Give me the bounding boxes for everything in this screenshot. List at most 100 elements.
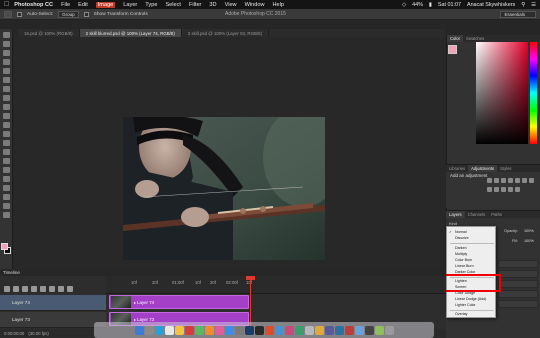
- app-icon[interactable]: [284, 325, 294, 335]
- photo-filter-icon[interactable]: [494, 187, 499, 192]
- tab-adjustments[interactable]: Adjustments: [468, 165, 498, 172]
- tab-layers[interactable]: Layers: [446, 211, 465, 218]
- illustrator-icon[interactable]: [264, 325, 274, 335]
- workspace-dropdown[interactable]: Essentials: [500, 10, 536, 18]
- menu-layer[interactable]: Layer: [123, 2, 137, 8]
- messages-icon[interactable]: [194, 325, 204, 335]
- wifi-icon[interactable]: ◇: [402, 2, 406, 8]
- app-icon[interactable]: [374, 325, 384, 335]
- shape-tool-icon[interactable]: [2, 185, 10, 191]
- calendar-icon[interactable]: [184, 325, 194, 335]
- timeline-ruler[interactable]: 10f 20f 01:00f 10f 20f 02:00f 10f: [106, 276, 446, 294]
- opacity-value[interactable]: 100%: [524, 229, 534, 233]
- layer-row[interactable]: [498, 270, 538, 278]
- app-icon[interactable]: [354, 325, 364, 335]
- photos-icon[interactable]: [204, 325, 214, 335]
- menu-view[interactable]: View: [225, 2, 237, 8]
- levels-icon[interactable]: [494, 178, 499, 183]
- app-icon[interactable]: [314, 325, 324, 335]
- app-icon[interactable]: [304, 325, 314, 335]
- expand-arrow-icon[interactable]: ▸: [134, 300, 136, 305]
- move-tool-preset-icon[interactable]: [4, 10, 12, 18]
- menu-help[interactable]: Help: [273, 2, 285, 8]
- blend-color-burn[interactable]: Color Burn: [455, 258, 472, 262]
- launchpad-icon[interactable]: [144, 325, 154, 335]
- battery-icon[interactable]: ▮: [429, 2, 432, 8]
- exposure-icon[interactable]: [508, 178, 513, 183]
- hue-slider[interactable]: [530, 42, 537, 144]
- mail-icon[interactable]: [164, 325, 174, 335]
- track-label-layer-74[interactable]: Layer 74: [0, 295, 106, 311]
- current-color-swatch[interactable]: [448, 45, 457, 54]
- safari-icon[interactable]: [154, 325, 164, 335]
- layer-row[interactable]: [498, 300, 538, 308]
- blend-lighter-color[interactable]: Lighter Color: [455, 303, 476, 307]
- app-icon[interactable]: [294, 325, 304, 335]
- notes-icon[interactable]: [174, 325, 184, 335]
- invert-icon[interactable]: [515, 187, 520, 192]
- tab-document-3-skill[interactable]: 3 skill.psd @ 100% (Layer 53, RGB/8): [182, 29, 270, 37]
- type-tool-icon[interactable]: [2, 167, 10, 173]
- eyedropper-tool-icon[interactable]: [2, 77, 10, 83]
- app-icon[interactable]: [274, 325, 284, 335]
- vibrance-icon[interactable]: [515, 178, 520, 183]
- blend-normal[interactable]: Normal: [455, 230, 467, 234]
- eraser-tool-icon[interactable]: [2, 122, 10, 128]
- zoom-tool-icon[interactable]: [2, 203, 10, 209]
- apple-menu-icon[interactable]: : [4, 1, 9, 8]
- tab-document-16[interactable]: 16.psd @ 100% (RGB/8): [18, 29, 80, 37]
- menu-select[interactable]: Select: [165, 2, 181, 8]
- app-store-icon[interactable]: [224, 325, 234, 335]
- notification-icon[interactable]: ☰: [531, 2, 536, 8]
- app-icon[interactable]: [364, 325, 374, 335]
- tab-document-2-skill-blurred[interactable]: 2 skill blurred.psd @ 100% (Layer 74, RG…: [79, 29, 182, 37]
- app-icon[interactable]: [324, 325, 334, 335]
- tab-styles[interactable]: Styles: [497, 165, 514, 172]
- menu-type[interactable]: Type: [145, 2, 157, 8]
- tab-channels[interactable]: Channels: [465, 211, 489, 218]
- previous-frame-icon[interactable]: [13, 285, 19, 292]
- menu-edit[interactable]: Edit: [78, 2, 88, 8]
- edit-toolbar-icon[interactable]: [2, 212, 10, 218]
- blend-linear-dodge[interactable]: Linear Dodge (Add): [455, 297, 486, 301]
- system-preferences-icon[interactable]: [234, 325, 244, 335]
- healing-tool-icon[interactable]: [2, 86, 10, 92]
- dodge-tool-icon[interactable]: [2, 149, 10, 155]
- layer-row[interactable]: [498, 280, 538, 288]
- app-icon[interactable]: [344, 325, 354, 335]
- settings-gear-icon[interactable]: [49, 285, 55, 292]
- terminal-icon[interactable]: [254, 325, 264, 335]
- document-image[interactable]: [123, 117, 325, 260]
- gradient-tool-icon[interactable]: [2, 131, 10, 137]
- menu-app-name[interactable]: Photoshop CC: [14, 2, 53, 8]
- pen-tool-icon[interactable]: [2, 158, 10, 164]
- blur-tool-icon[interactable]: [2, 140, 10, 146]
- lasso-tool-icon[interactable]: [2, 50, 10, 56]
- auto-select-dropdown[interactable]: Group: [58, 10, 79, 18]
- marquee-tool-icon[interactable]: [2, 41, 10, 47]
- track-label-layer-73[interactable]: Layer 73: [0, 312, 106, 328]
- itunes-icon[interactable]: [214, 325, 224, 335]
- layer-row[interactable]: [498, 260, 538, 268]
- blend-darken[interactable]: Darken: [455, 246, 467, 250]
- photoshop-icon[interactable]: [244, 325, 254, 335]
- brightness-icon[interactable]: [487, 178, 492, 183]
- menu-3d[interactable]: 3D: [209, 2, 216, 8]
- user-name[interactable]: Anacat Skywhiskers: [467, 2, 515, 8]
- color-picker-field[interactable]: [476, 42, 528, 144]
- quick-select-tool-icon[interactable]: [2, 59, 10, 65]
- tab-color[interactable]: Color: [447, 35, 464, 42]
- auto-select-checkbox[interactable]: [17, 11, 22, 17]
- tab-swatches[interactable]: Swatches: [463, 35, 487, 42]
- expand-arrow-icon[interactable]: ▸: [134, 317, 136, 322]
- split-clip-icon[interactable]: [58, 285, 64, 292]
- crop-tool-icon[interactable]: [2, 68, 10, 74]
- tab-paths[interactable]: Paths: [488, 211, 505, 218]
- brush-tool-icon[interactable]: [2, 95, 10, 101]
- menu-window[interactable]: Window: [245, 2, 265, 8]
- move-tool-icon[interactable]: [2, 32, 10, 38]
- clip-layer-74[interactable]: ▸ Layer 74: [109, 295, 249, 309]
- hue-saturation-icon[interactable]: [522, 178, 527, 183]
- next-frame-icon[interactable]: [31, 285, 37, 292]
- transition-icon[interactable]: [67, 285, 73, 292]
